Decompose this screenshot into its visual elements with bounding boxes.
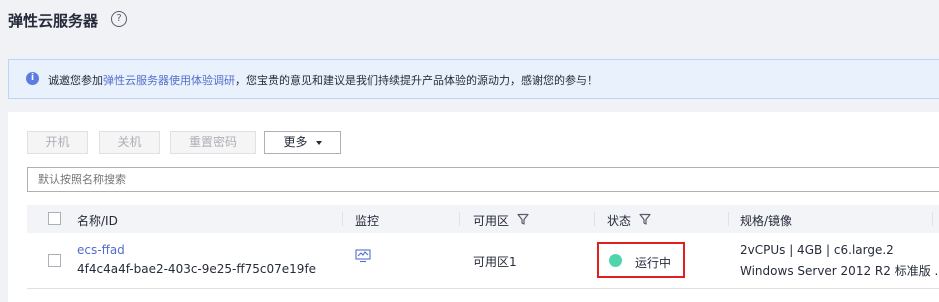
zone-filter-icon[interactable] <box>517 213 529 225</box>
select-all-checkbox[interactable] <box>48 212 61 225</box>
reset-password-button[interactable]: 重置密码 <box>170 131 256 154</box>
instance-id: 4f4c4a4f-bae2-403c-9e25-ff75c07e19fe <box>77 262 317 276</box>
notice-banner: i 诚邀您参加弹性云服务器使用体验调研，您宝贵的意见和建议是我们持续提升产品体验… <box>8 59 939 99</box>
image-value: Windows Server 2012 R2 标准版 ... <box>740 264 939 278</box>
column-divider <box>932 212 933 226</box>
notice-text-before: 诚邀您参加 <box>48 74 103 87</box>
column-name: 名称/ID <box>77 214 118 228</box>
column-zone: 可用区 <box>473 214 510 228</box>
monitor-icon[interactable] <box>355 249 371 263</box>
column-monitor: 监控 <box>355 214 380 228</box>
notice-text-after: ，您宝贵的意见和建议是我们持续提升产品体验的源动力，感谢您的参与！ <box>235 74 598 87</box>
more-label: 更多 <box>283 135 308 149</box>
running-status-icon <box>609 254 622 267</box>
column-divider <box>342 212 343 226</box>
page-title: 弹性云服务器 <box>8 12 99 30</box>
start-button[interactable]: 开机 <box>27 131 88 154</box>
column-status: 状态 <box>607 214 632 228</box>
column-spec: 规格/镜像 <box>740 214 793 228</box>
row-checkbox[interactable] <box>48 254 61 267</box>
spec-value: 2vCPUs | 4GB | c6.large.2 <box>740 243 894 257</box>
instance-name-link[interactable]: ecs-ffad <box>77 243 125 257</box>
column-divider <box>594 212 595 226</box>
help-icon[interactable]: ? <box>111 11 127 27</box>
column-divider <box>459 212 460 226</box>
survey-link[interactable]: 弹性云服务器使用体验调研 <box>103 74 235 87</box>
status-filter-icon[interactable] <box>639 213 651 225</box>
status-highlight: 运行中 <box>597 242 685 278</box>
more-dropdown[interactable]: 更多 <box>264 131 341 154</box>
notice-text: 诚邀您参加弹性云服务器使用体验调研，您宝贵的意见和建议是我们持续提升产品体验的源… <box>48 72 598 88</box>
chevron-down-icon <box>315 140 322 145</box>
stop-button[interactable]: 关机 <box>99 131 160 154</box>
table-header: 名称/ID 监控 可用区 状态 规格/镜像 <box>27 205 939 233</box>
column-divider <box>728 212 729 226</box>
table-row: ecs-ffad 4f4c4a4f-bae2-403c-9e25-ff75c07… <box>27 233 939 289</box>
zone-value: 可用区1 <box>473 255 517 269</box>
info-icon: i <box>26 72 39 85</box>
status-value: 运行中 <box>635 256 672 270</box>
search-input[interactable] <box>27 167 939 192</box>
instance-panel: 开机 关机 重置密码 更多 名称/ID 监控 可用区 状态 规格/镜像 ecs-… <box>8 112 939 302</box>
